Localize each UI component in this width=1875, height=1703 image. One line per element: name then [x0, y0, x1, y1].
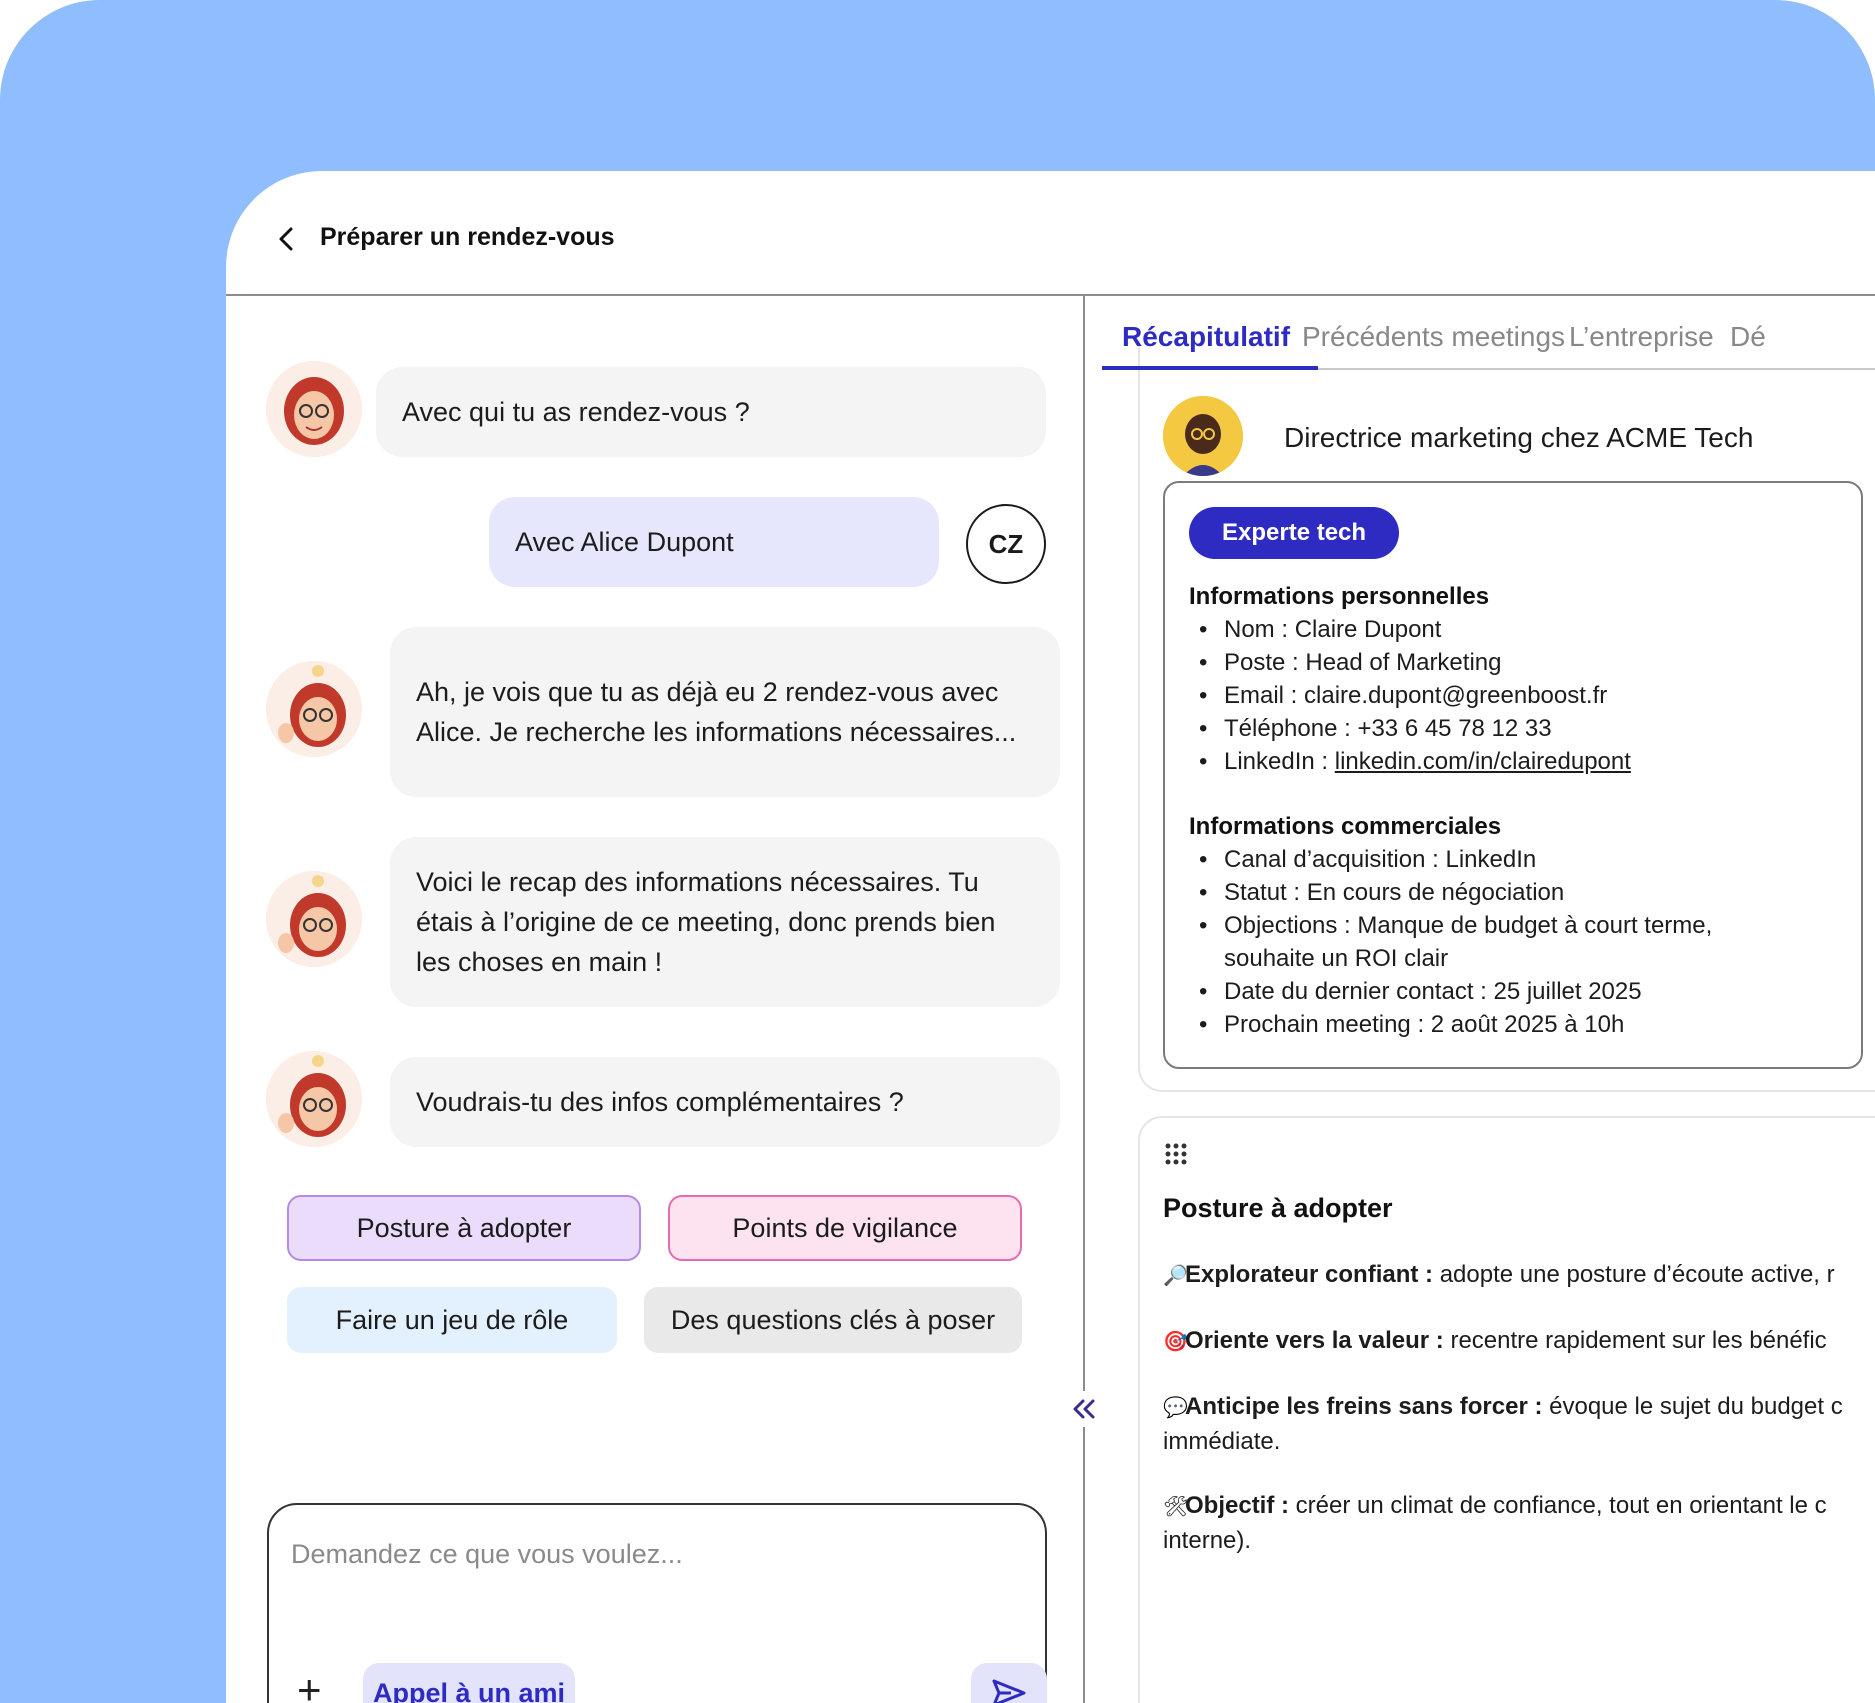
contact-info-box: Experte tech Informations personnelles N…: [1163, 481, 1863, 1069]
plus-icon[interactable]: +: [297, 1669, 322, 1703]
chat-bubble-bot: Avec qui tu as rendez-vous ?: [376, 367, 1046, 457]
speech-bubble-icon: 💬: [1163, 1397, 1188, 1419]
panel-tabs: Récapitulatif Précédents meetings L’entr…: [1102, 306, 1875, 370]
assistant-avatar: [266, 661, 362, 757]
chat-input[interactable]: [291, 1529, 991, 1579]
app-window: Préparer un rendez-vous Avec qui tu as r…: [226, 171, 1875, 1703]
assistant-avatar: [266, 871, 362, 967]
user-avatar: CZ: [966, 504, 1046, 584]
contact-role: Directrice marketing chez ACME Tech: [1284, 422, 1754, 453]
contact-avatar: [1163, 396, 1243, 476]
list-item: Objections : Manque de budget à court te…: [1189, 909, 1759, 975]
list-item: Nom : Claire Dupont: [1189, 613, 1849, 646]
status-badge: Experte tech: [1189, 507, 1400, 559]
tab-company[interactable]: L’entreprise: [1569, 306, 1714, 368]
suggestion-posture[interactable]: Posture à adopter: [287, 1195, 641, 1261]
list-item: Canal d’acquisition : LinkedIn: [1189, 843, 1849, 876]
suggestion-role-play[interactable]: Faire un jeu de rôle: [287, 1287, 617, 1353]
magnifier-icon: 🔎: [1163, 1265, 1188, 1287]
personal-info-title: Informations personnelles: [1189, 583, 1490, 610]
window-header: Préparer un rendez-vous: [226, 171, 1875, 296]
posture-item: 💬Anticipe les freins sans forcer : évoqu…: [1163, 1393, 1843, 1455]
suggestion-key-questions[interactable]: Des questions clés à poser: [644, 1287, 1022, 1353]
list-item: Téléphone : +33 6 45 78 12 33: [1189, 712, 1849, 745]
collapse-icon[interactable]: [1066, 1391, 1102, 1427]
tab-previous-meetings[interactable]: Précédents meetings: [1302, 306, 1565, 368]
active-tab-indicator: [1102, 366, 1318, 370]
linkedin-link[interactable]: linkedin.com/in/clairedupont: [1335, 748, 1631, 775]
list-item: Poste : Head of Marketing: [1189, 646, 1849, 679]
personal-info-list: Nom : Claire Dupont Poste : Head of Mark…: [1189, 613, 1849, 778]
list-item: Statut : En cours de négociation: [1189, 876, 1849, 909]
assistant-avatar: [266, 361, 362, 457]
panel-divider: [1083, 296, 1085, 1703]
posture-item: 🎯Oriente vers la valeur : recentre rapid…: [1163, 1324, 1875, 1359]
target-icon: 🎯: [1163, 1331, 1188, 1353]
tab-more[interactable]: Dé: [1730, 306, 1766, 368]
list-item: Prochain meeting : 2 août 2025 à 10h: [1189, 1008, 1849, 1041]
chat-bubble-bot: Voici le recap des informations nécessai…: [390, 837, 1060, 1007]
send-button[interactable]: [971, 1663, 1047, 1703]
chat-composer: + Appel à un ami: [267, 1503, 1047, 1703]
chat-bubble-bot: Voudrais-tu des infos complémentaires ?: [390, 1057, 1060, 1147]
chat-bubble-bot: Ah, je vois que tu as déjà eu 2 rendez-v…: [390, 627, 1060, 797]
suggestion-vigilance[interactable]: Points de vigilance: [668, 1195, 1022, 1261]
posture-item: 🛠Objectif : créer un climat de confiance…: [1163, 1492, 1827, 1554]
list-item: LinkedIn : linkedin.com/in/clairedupont: [1189, 745, 1849, 778]
send-icon: [992, 1679, 1026, 1703]
posture-title: Posture à adopter: [1163, 1193, 1393, 1223]
posture-item: 🔎Explorateur confiant : adopte une postu…: [1163, 1258, 1875, 1293]
page-title: Préparer un rendez-vous: [320, 223, 615, 251]
commercial-info-list: Canal d’acquisition : LinkedIn Statut : …: [1189, 843, 1849, 1041]
list-item: Email : claire.dupont@greenboost.fr: [1189, 679, 1849, 712]
back-arrow-icon[interactable]: [272, 219, 302, 259]
call-friend-button[interactable]: Appel à un ami: [363, 1663, 575, 1703]
assistant-avatar: [266, 1051, 362, 1147]
tab-recapitulatif[interactable]: Récapitulatif: [1122, 306, 1290, 368]
tools-icon: 🛠: [1163, 1496, 1189, 1518]
list-item: Date du dernier contact : 25 juillet 202…: [1189, 975, 1849, 1008]
chat-bubble-user: Avec Alice Dupont: [489, 497, 939, 587]
drag-handle-icon[interactable]: [1163, 1141, 1189, 1167]
commercial-info-title: Informations commerciales: [1189, 813, 1502, 840]
